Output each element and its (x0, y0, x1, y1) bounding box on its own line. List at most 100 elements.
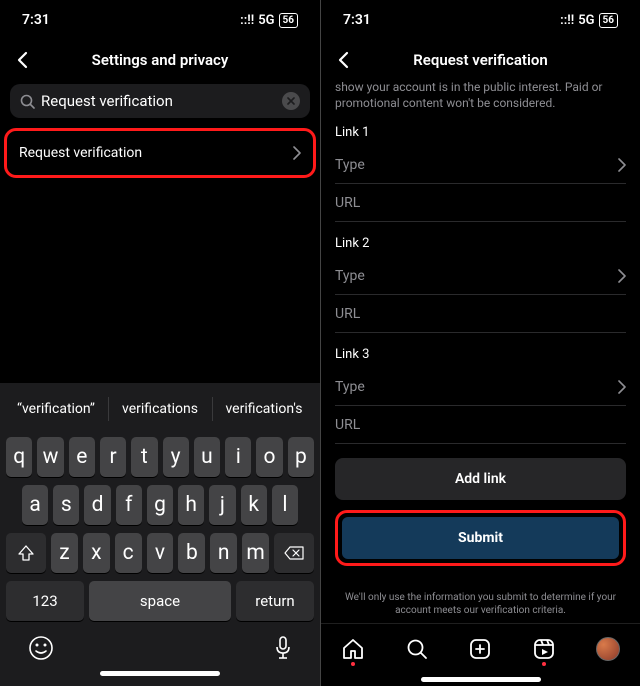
status-battery: 56 (599, 13, 618, 28)
tab-reels[interactable] (531, 636, 557, 662)
link-type-field[interactable]: Type (335, 146, 626, 184)
search-icon (405, 637, 429, 661)
key-h[interactable]: h (178, 485, 204, 525)
tab-profile[interactable] (595, 636, 621, 662)
key-w[interactable]: w (37, 437, 63, 477)
link-url-field[interactable]: URL (335, 184, 626, 222)
key-b[interactable]: b (178, 533, 205, 573)
key-k[interactable]: k (241, 485, 267, 525)
key-t[interactable]: t (131, 437, 157, 477)
keyboard-row-3: zxcvbnm (6, 533, 314, 573)
reels-icon (532, 637, 556, 661)
key-d[interactable]: d (84, 485, 110, 525)
key-q[interactable]: q (6, 437, 32, 477)
key-v[interactable]: v (147, 533, 174, 573)
key-x[interactable]: x (83, 533, 110, 573)
key-o[interactable]: o (256, 437, 282, 477)
key-r[interactable]: r (100, 437, 126, 477)
key-s[interactable]: s (53, 485, 79, 525)
field-label: URL (335, 417, 360, 433)
plus-square-icon (468, 637, 492, 661)
search-input[interactable] (41, 92, 276, 110)
space-key[interactable]: space (89, 581, 231, 621)
add-link-button[interactable]: Add link (335, 458, 626, 500)
shift-key[interactable] (6, 533, 46, 573)
key-z[interactable]: z (51, 533, 78, 573)
link-url-field[interactable]: URL (335, 295, 626, 333)
verification-form: show your account is in the public inter… (321, 80, 640, 591)
keyboard: “verification” verifications verificatio… (0, 383, 320, 686)
keyboard-row-1: qwertyuiop (6, 437, 314, 477)
phone-right: 7:31 ::!! 5G 56 Request verification sho… (320, 0, 640, 686)
link-type-field[interactable]: Type (335, 368, 626, 406)
chevron-left-icon (337, 51, 349, 69)
field-label: URL (335, 195, 360, 211)
tab-search[interactable] (404, 636, 430, 662)
nav-header: Settings and privacy (0, 40, 320, 80)
key-y[interactable]: y (163, 437, 189, 477)
field-label: URL (335, 306, 360, 322)
phone-left: 7:31 ::!! 5G 56 Settings and privacy Req… (0, 0, 320, 686)
dictation-key[interactable] (274, 635, 292, 661)
key-c[interactable]: c (115, 533, 142, 573)
return-key[interactable]: return (236, 581, 314, 621)
shift-icon (17, 545, 35, 561)
status-time: 7:31 (343, 12, 371, 28)
status-network: 5G (578, 13, 594, 28)
link-heading: Link 2 (335, 236, 626, 251)
emoji-key[interactable] (28, 635, 54, 661)
key-j[interactable]: j (209, 485, 235, 525)
search-result-request-verification[interactable]: Request verification (4, 128, 316, 178)
key-u[interactable]: u (194, 437, 220, 477)
key-n[interactable]: n (210, 533, 237, 573)
link-type-field[interactable]: Type (335, 257, 626, 295)
key-g[interactable]: g (147, 485, 173, 525)
key-p[interactable]: p (288, 437, 314, 477)
tab-home[interactable] (340, 636, 366, 662)
result-label: Request verification (19, 145, 142, 161)
notification-dot (542, 662, 546, 666)
submit-button[interactable]: Submit (342, 517, 619, 559)
backspace-key[interactable] (274, 533, 314, 573)
key-f[interactable]: f (116, 485, 142, 525)
page-title: Settings and privacy (92, 51, 229, 69)
status-bar: 7:31 ::!! 5G 56 (321, 0, 640, 40)
home-indicator[interactable] (100, 671, 220, 676)
clear-search-button[interactable] (282, 92, 300, 110)
field-label: Type (335, 157, 365, 173)
status-network: 5G (258, 13, 274, 28)
tab-create[interactable] (467, 636, 493, 662)
key-i[interactable]: i (225, 437, 251, 477)
search-field[interactable] (10, 84, 310, 118)
status-signal: ::!! (240, 13, 254, 28)
link-url-field[interactable]: URL (335, 406, 626, 444)
avatar (596, 637, 620, 661)
chevron-right-icon (618, 269, 626, 283)
key-a[interactable]: a (22, 485, 48, 525)
back-button[interactable] (10, 48, 34, 72)
chevron-right-icon (618, 380, 626, 394)
home-indicator[interactable] (421, 677, 541, 682)
emoji-icon (28, 635, 54, 661)
backspace-icon (284, 546, 304, 560)
numbers-key[interactable]: 123 (6, 581, 84, 621)
help-text: show your account is in the public inter… (335, 80, 626, 111)
key-l[interactable]: l (272, 485, 298, 525)
chevron-right-icon (618, 158, 626, 172)
back-button[interactable] (331, 48, 355, 72)
suggestion[interactable]: verifications (108, 389, 212, 429)
nav-header: Request verification (321, 40, 640, 80)
link-heading: Link 1 (335, 125, 626, 140)
key-m[interactable]: m (242, 533, 269, 573)
suggestion[interactable]: “verification” (4, 389, 108, 429)
key-e[interactable]: e (69, 437, 95, 477)
keyboard-row-4: 123 space return (6, 581, 314, 621)
field-label: Type (335, 379, 365, 395)
status-bar: 7:31 ::!! 5G 56 (0, 0, 320, 40)
suggestion[interactable]: verification's (212, 389, 316, 429)
notification-dot (351, 662, 355, 666)
status-signal: ::!! (560, 13, 574, 28)
suggestion-bar: “verification” verifications verificatio… (4, 389, 316, 429)
chevron-right-icon (293, 146, 301, 160)
mic-icon (274, 635, 292, 661)
